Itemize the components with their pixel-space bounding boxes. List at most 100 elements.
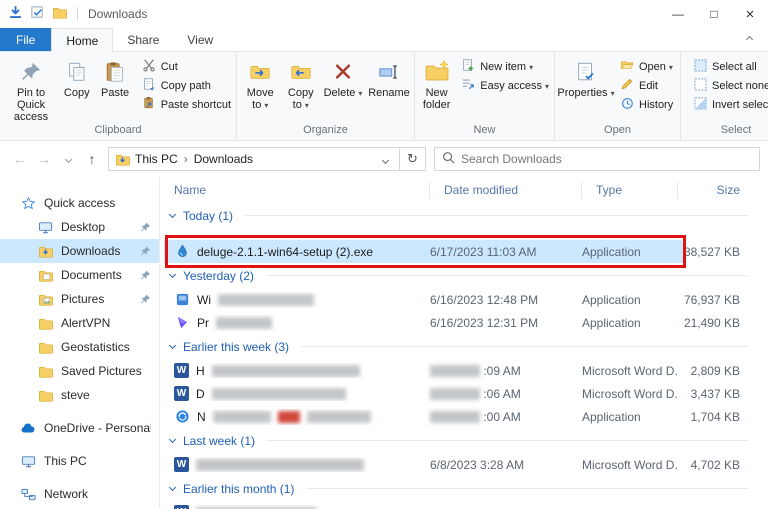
file-row-partial[interactable] (160, 501, 768, 509)
recent-locations-button[interactable] (56, 147, 80, 171)
history-button[interactable]: History (617, 95, 676, 114)
sidebar-item-saved-pictures[interactable]: Saved Pictures (0, 359, 159, 383)
file-row[interactable]: N :00 AM Application 1,704 KB (160, 405, 768, 428)
copy-to-button[interactable]: Copy to (282, 55, 321, 123)
sidebar-item-desktop[interactable]: Desktop (0, 215, 159, 239)
ribbon-group-new: New folder New item Easy access New (415, 52, 555, 140)
refresh-button[interactable]: ↻ (400, 147, 426, 171)
invert-selection-button[interactable]: Invert selection (691, 95, 768, 114)
file-row[interactable]: D :06 AM Microsoft Word D... 3,437 KB (160, 382, 768, 405)
column-header-type[interactable]: Type (582, 182, 678, 199)
file-name: deluge-2.1.1-win64-setup (2).exe (197, 245, 373, 259)
tab-view[interactable]: View (173, 28, 227, 51)
sidebar-item-pictures[interactable]: Pictures (0, 287, 159, 311)
rename-icon (378, 57, 400, 87)
group-divider-line (245, 215, 748, 216)
search-box[interactable] (434, 147, 760, 171)
up-button[interactable]: ↑ (80, 147, 104, 171)
close-button[interactable]: × (732, 0, 768, 28)
new-item-icon (461, 58, 475, 75)
ribbon-group-clipboard: Pin to Quick access Copy Paste Cut Copy … (0, 52, 237, 140)
file-row[interactable]: Wi 6/16/2023 12:48 PM Application 76,937… (160, 288, 768, 311)
group-label-organize: Organize (237, 123, 414, 140)
paste-button[interactable]: Paste (95, 55, 134, 123)
navigation-pane: Quick access Desktop Downloads Documents… (0, 177, 160, 509)
file-row[interactable]: 6/8/2023 3:28 AM Microsoft Word D... 4,7… (160, 453, 768, 476)
column-header-name[interactable]: Name (160, 182, 430, 199)
group-header-today[interactable]: Today (1) (160, 203, 768, 228)
file-date: 6/16/2023 12:48 PM (430, 293, 582, 307)
pin-to-quick-access-button[interactable]: Pin to Quick access (4, 55, 58, 123)
file-row[interactable]: deluge-2.1.1-win64-setup (2).exe 6/17/20… (160, 240, 768, 263)
deluge-drop-icon (174, 244, 190, 260)
properties-icon (575, 57, 597, 87)
search-input[interactable] (461, 152, 752, 166)
sidebar-item-steve[interactable]: steve (0, 383, 159, 407)
select-all-button[interactable]: Select all (691, 57, 768, 76)
pin-icon (20, 57, 42, 87)
scissors-icon (142, 58, 156, 75)
move-to-button[interactable]: Move to (241, 55, 280, 123)
tab-file[interactable]: File (0, 28, 51, 51)
ribbon-group-open: Properties Open Edit History Open (555, 52, 681, 140)
easy-access-button[interactable]: Easy access (458, 76, 552, 95)
edit-button[interactable]: Edit (617, 76, 676, 95)
redacted-text (196, 459, 364, 471)
minimize-button[interactable]: — (660, 0, 696, 28)
breadcrumb-this-pc[interactable]: This PC (130, 152, 183, 166)
forward-button[interactable]: → (32, 147, 56, 171)
sidebar-item-geostatistics[interactable]: Geostatistics (0, 335, 159, 359)
properties-button[interactable]: Properties (559, 55, 613, 123)
file-row[interactable]: H :09 AM Microsoft Word D... 2,809 KB (160, 359, 768, 382)
paste-shortcut-button[interactable]: Paste shortcut (139, 95, 234, 114)
column-header-date-modified[interactable]: Date modified (430, 182, 582, 199)
redacted-text (216, 317, 272, 329)
pin-icon (140, 270, 151, 281)
tab-share[interactable]: Share (113, 28, 173, 51)
delete-button[interactable]: Delete (322, 55, 364, 123)
group-divider-line (301, 346, 748, 347)
tab-home[interactable]: Home (51, 28, 113, 52)
file-name: Pr (197, 316, 209, 330)
paste-shortcut-icon (142, 96, 156, 113)
breadcrumb-downloads[interactable]: Downloads (189, 152, 258, 166)
new-folder-button[interactable]: New folder (419, 55, 454, 123)
sidebar-item-network[interactable]: Network (0, 482, 159, 506)
sidebar-item-downloads[interactable]: Downloads (0, 239, 159, 263)
cut-button[interactable]: Cut (139, 57, 234, 76)
file-type: Application (582, 293, 678, 307)
group-header-earlier-this-month[interactable]: Earlier this month (1) (160, 476, 768, 501)
address-box[interactable]: This PC › Downloads (108, 147, 400, 171)
titlebar-divider (77, 7, 78, 21)
checkbox-icon[interactable] (30, 5, 45, 23)
sidebar-item-documents[interactable]: Documents (0, 263, 159, 287)
sidebar-item-alertvpn[interactable]: AlertVPN (0, 311, 159, 335)
group-label-select: Select (681, 123, 768, 140)
select-none-button[interactable]: Select none (691, 76, 768, 95)
sidebar-item-onedrive[interactable]: OneDrive - Personal (0, 416, 159, 440)
sidebar-item-this-pc[interactable]: This PC (0, 449, 159, 473)
back-button[interactable]: ← (8, 147, 32, 171)
new-item-button[interactable]: New item (458, 57, 552, 76)
redacted-text (430, 388, 480, 400)
group-header-earlier-this-week[interactable]: Earlier this week (3) (160, 334, 768, 359)
copy-path-button[interactable]: Copy path (139, 76, 234, 95)
maximize-button[interactable]: □ (696, 0, 732, 28)
open-button[interactable]: Open (617, 57, 676, 76)
folder-icon[interactable] (52, 5, 67, 23)
column-header-size[interactable]: Size (678, 182, 748, 199)
downloads-icon (37, 243, 53, 259)
sidebar-item-quick-access[interactable]: Quick access (0, 191, 159, 215)
copy-button[interactable]: Copy (58, 55, 95, 123)
ribbon: Pin to Quick access Copy Paste Cut Copy … (0, 52, 768, 141)
group-header-yesterday[interactable]: Yesterday (2) (160, 263, 768, 288)
address-dropdown-button[interactable] (377, 152, 394, 166)
move-to-icon (249, 57, 271, 87)
group-header-last-week[interactable]: Last week (1) (160, 428, 768, 453)
rename-button[interactable]: Rename (366, 55, 412, 123)
file-size: 1,704 KB (678, 410, 748, 424)
file-row[interactable]: Pr 6/16/2023 12:31 PM Application 21,490… (160, 311, 768, 334)
clock-icon (620, 96, 634, 113)
file-list-body: Today (1) deluge-2.1.1-win64-setup (2).e… (160, 203, 768, 509)
collapse-ribbon-button[interactable] (737, 28, 762, 51)
